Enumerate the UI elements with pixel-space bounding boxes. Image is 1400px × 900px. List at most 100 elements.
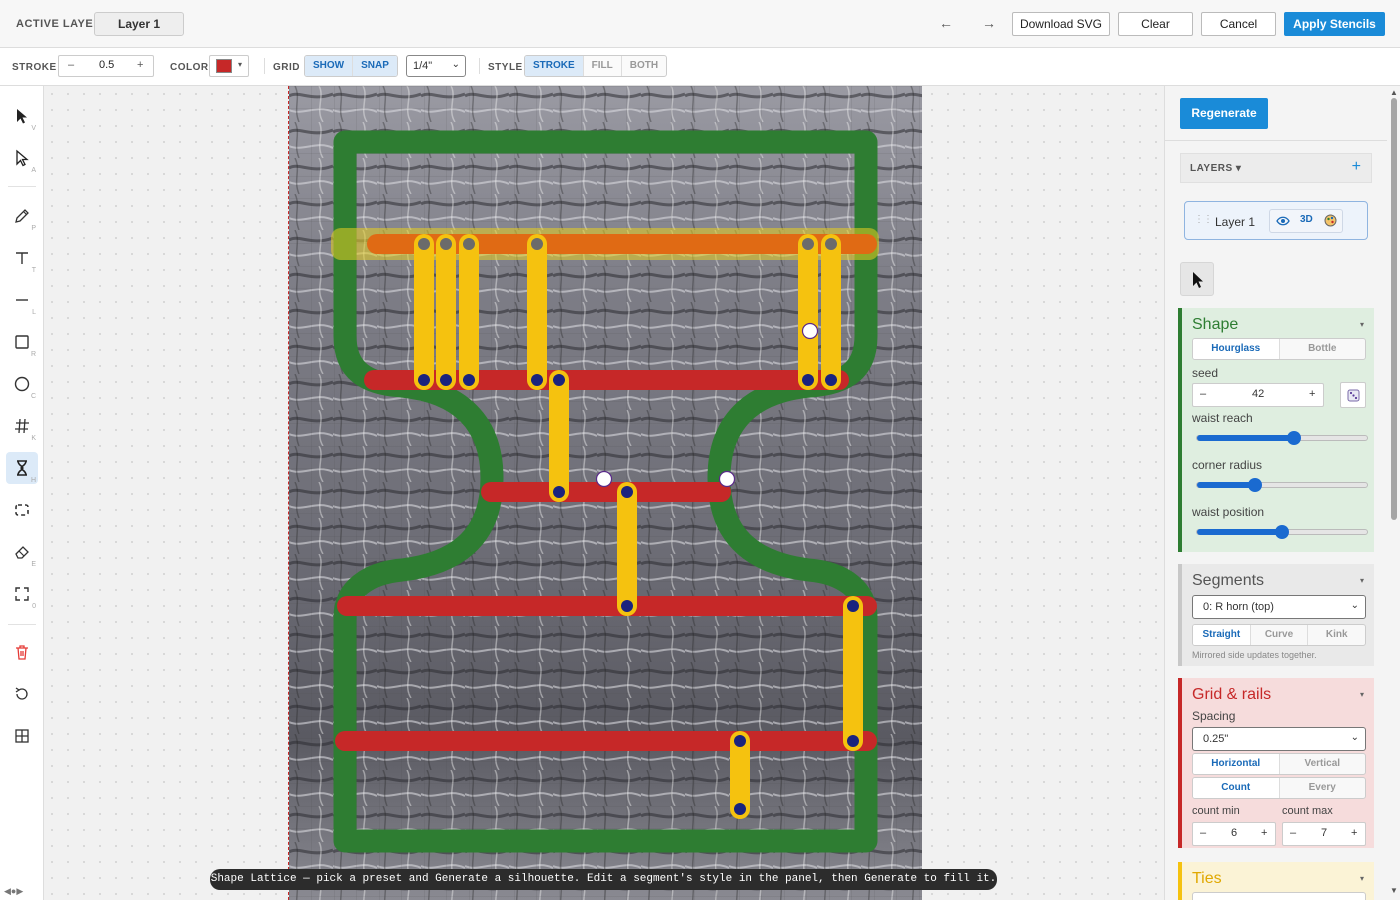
control-handle[interactable]	[595, 470, 613, 488]
scroll-up-icon[interactable]: ▲	[1390, 88, 1398, 97]
stroke-plus-button[interactable]: +	[137, 59, 143, 71]
artboard[interactable]	[288, 86, 922, 900]
collapse-caret-icon[interactable]: ▾	[1360, 874, 1364, 883]
count-min-value[interactable]: 6	[1231, 827, 1237, 839]
node[interactable]	[734, 803, 746, 815]
node[interactable]	[440, 374, 452, 386]
regenerate-button[interactable]: Regenerate	[1180, 98, 1268, 129]
delete-button[interactable]	[6, 636, 38, 668]
node[interactable]	[802, 374, 814, 386]
cursor-mode-button[interactable]	[1180, 262, 1214, 296]
style-fill-toggle[interactable]: FILL	[584, 56, 622, 76]
shape-title[interactable]: Shape	[1192, 316, 1238, 334]
color-picker[interactable]: ▾	[209, 55, 249, 77]
node[interactable]	[734, 735, 746, 747]
select-tool[interactable]: V	[6, 100, 38, 132]
layer-row[interactable]: ⋮⋮ Layer 1 3D	[1184, 201, 1368, 240]
node[interactable]	[418, 238, 430, 250]
segments-title[interactable]: Segments	[1192, 572, 1264, 590]
corner-radius-slider[interactable]	[1196, 478, 1368, 492]
download-svg-button[interactable]: Download SVG	[1012, 12, 1110, 36]
direct-select-tool[interactable]: A	[6, 142, 38, 174]
waist-reach-slider[interactable]	[1196, 431, 1368, 445]
segment-curve[interactable]: Curve	[1251, 625, 1309, 645]
count-max-value[interactable]: 7	[1321, 827, 1327, 839]
circle-tool[interactable]: C	[6, 368, 38, 400]
cancel-button[interactable]: Cancel	[1201, 12, 1276, 36]
count-min-plus[interactable]: +	[1261, 827, 1267, 839]
left-scroll-arrows[interactable]: ◀●▶	[4, 886, 23, 897]
node[interactable]	[825, 374, 837, 386]
collapse-caret-icon[interactable]: ▾	[1360, 576, 1364, 585]
drag-handle-icon[interactable]: ⋮⋮	[1194, 214, 1213, 225]
redo-button[interactable]: →	[977, 12, 1001, 36]
node[interactable]	[463, 374, 475, 386]
apply-stencils-button[interactable]: Apply Stencils	[1284, 12, 1385, 36]
count-min-stepper[interactable]: – 6 +	[1192, 822, 1276, 846]
count-max-minus[interactable]: –	[1290, 827, 1296, 839]
slider-knob[interactable]	[1287, 431, 1301, 445]
panel-scrollbar[interactable]: ▲ ▼	[1388, 86, 1400, 900]
collapse-caret-icon[interactable]: ▾	[1360, 690, 1364, 699]
collapse-caret-icon[interactable]: ▾	[1360, 320, 1364, 329]
seed-stepper[interactable]: – 42 +	[1192, 383, 1324, 407]
orientation-vertical[interactable]: Vertical	[1280, 754, 1366, 774]
preset-hourglass[interactable]: Hourglass	[1193, 339, 1280, 359]
grid-rails-title[interactable]: Grid & rails	[1192, 686, 1271, 704]
node[interactable]	[440, 238, 452, 250]
active-layer-selector[interactable]: Layer 1	[94, 12, 184, 36]
ties-toggle[interactable]	[1192, 892, 1366, 900]
orientation-horizontal[interactable]: Horizontal	[1193, 754, 1280, 774]
rectangle-tool[interactable]: R	[6, 326, 38, 358]
slider-knob[interactable]	[1275, 525, 1289, 539]
waist-position-slider[interactable]	[1196, 525, 1368, 539]
count-max-plus[interactable]: +	[1351, 827, 1357, 839]
grid-size-select[interactable]: 1/4" ⌄	[406, 55, 466, 77]
fit-tool[interactable]: 0	[6, 578, 38, 610]
eye-icon[interactable]	[1276, 215, 1290, 227]
spacing-select[interactable]: 0.25" ⌄	[1192, 727, 1366, 751]
mode-count[interactable]: Count	[1193, 778, 1280, 798]
reset-button[interactable]	[6, 678, 38, 710]
layer-3d-toggle[interactable]: 3D	[1300, 214, 1313, 225]
random-seed-button[interactable]	[1340, 382, 1366, 408]
style-stroke-toggle[interactable]: STROKE	[525, 56, 584, 76]
add-layer-button[interactable]: +	[1352, 158, 1361, 176]
frame-tool[interactable]	[6, 494, 38, 526]
node[interactable]	[418, 374, 430, 386]
segment-select[interactable]: 0: R horn (top) ⌄	[1192, 595, 1366, 619]
layout-button[interactable]	[6, 720, 38, 752]
hourglass-tool[interactable]: H	[6, 452, 38, 484]
segment-kink[interactable]: Kink	[1308, 625, 1365, 645]
node[interactable]	[847, 735, 859, 747]
canvas[interactable]	[44, 86, 1164, 900]
line-tool[interactable]: L	[6, 284, 38, 316]
stroke-stepper[interactable]: – 0.5 +	[58, 55, 154, 77]
control-handle[interactable]	[801, 322, 819, 340]
style-both-toggle[interactable]: BOTH	[622, 56, 666, 76]
node[interactable]	[531, 374, 543, 386]
node[interactable]	[621, 600, 633, 612]
mode-every[interactable]: Every	[1280, 778, 1366, 798]
seed-minus-button[interactable]: –	[1200, 388, 1206, 400]
pen-tool[interactable]: P	[6, 200, 38, 232]
count-min-minus[interactable]: –	[1200, 827, 1206, 839]
node[interactable]	[621, 486, 633, 498]
scroll-down-icon[interactable]: ▼	[1390, 886, 1398, 895]
eraser-tool[interactable]: E	[6, 536, 38, 568]
clear-button[interactable]: Clear	[1118, 12, 1193, 36]
undo-button[interactable]: ←	[934, 12, 958, 36]
preset-bottle[interactable]: Bottle	[1280, 339, 1366, 359]
text-tool[interactable]: T	[6, 242, 38, 274]
stroke-minus-button[interactable]: –	[68, 59, 74, 71]
seed-value[interactable]: 42	[1252, 388, 1264, 400]
grid-tool[interactable]: K	[6, 410, 38, 442]
stroke-value[interactable]: 0.5	[99, 59, 114, 71]
node[interactable]	[847, 600, 859, 612]
grid-show-toggle[interactable]: SHOW	[305, 56, 354, 76]
scrollbar-thumb[interactable]	[1391, 98, 1397, 520]
control-handle[interactable]	[718, 470, 736, 488]
node[interactable]	[463, 238, 475, 250]
palette-icon[interactable]	[1324, 214, 1337, 227]
slider-knob[interactable]	[1248, 478, 1262, 492]
